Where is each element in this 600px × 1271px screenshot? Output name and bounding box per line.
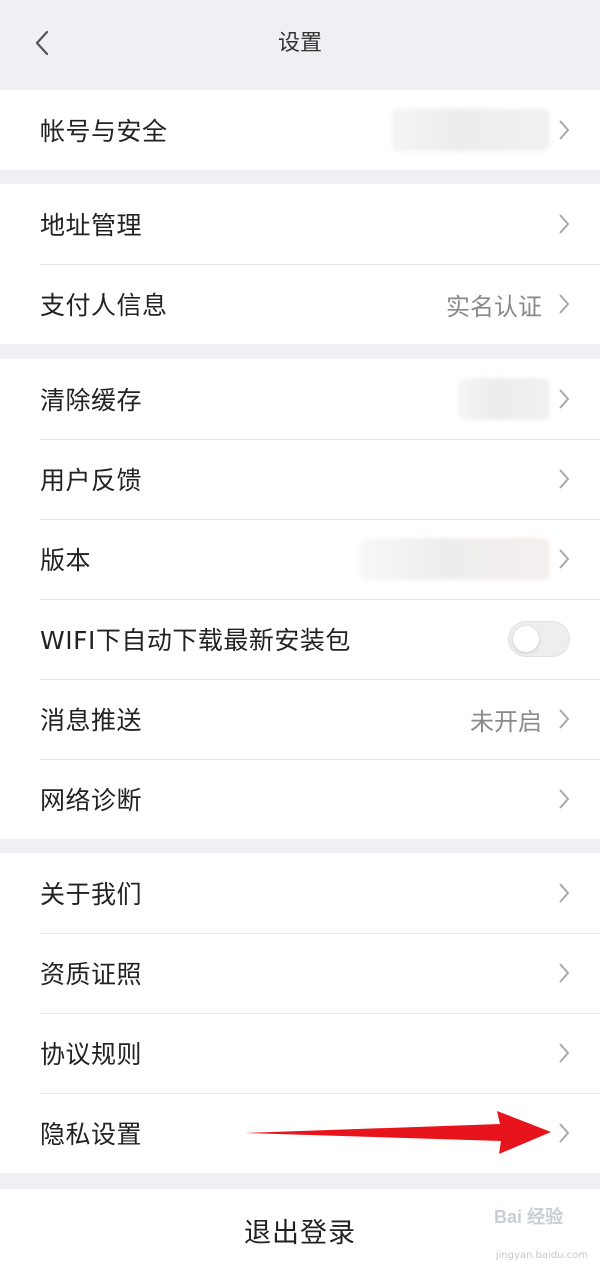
row-label: 消息推送: [40, 706, 143, 735]
blurred-value: [458, 378, 550, 420]
red-arrow-annotation: [245, 1111, 551, 1154]
chevron-right-icon: [559, 709, 570, 729]
settings-row-version[interactable]: 版本: [0, 519, 600, 599]
row-value: 实名认证: [446, 292, 542, 321]
toggle-knob: [513, 626, 539, 652]
settings-row-network-diagnosis[interactable]: 网络诊断: [0, 759, 600, 839]
settings-row-clear-cache[interactable]: 清除缓存: [0, 359, 600, 439]
row-label: 资质证照: [40, 960, 143, 989]
chevron-right-icon: [559, 389, 570, 409]
wifi-download-toggle[interactable]: [508, 621, 570, 657]
row-label: WIFI下自动下载最新安装包: [40, 626, 351, 655]
settings-row-payer-info[interactable]: 支付人信息 实名认证: [0, 264, 600, 344]
row-label: 用户反馈: [40, 466, 143, 495]
baidu-watermark: Bai 经验 jingyan.baidu.com: [478, 1203, 588, 1261]
watermark-brand: Bai 经验: [494, 1207, 564, 1227]
settings-group-address: 地址管理 支付人信息 实名认证: [0, 184, 600, 344]
settings-row-address[interactable]: 地址管理: [0, 184, 600, 264]
chevron-right-icon: [559, 883, 570, 903]
row-label: 帐号与安全: [40, 117, 168, 146]
chevron-right-icon: [559, 963, 570, 983]
row-label: 网络诊断: [40, 786, 143, 815]
blurred-value: [392, 109, 550, 151]
row-label: 清除缓存: [40, 386, 143, 415]
row-label: 版本: [40, 546, 92, 575]
row-value: 未开启: [470, 707, 542, 736]
chevron-right-icon: [559, 1123, 570, 1143]
settings-row-wifi-auto-download: WIFI下自动下载最新安装包: [0, 599, 600, 679]
nav-bar: 设置: [0, 0, 600, 82]
settings-row-about-us[interactable]: 关于我们: [0, 853, 600, 933]
settings-group-general: 清除缓存 用户反馈 版本 WIFI下自动下载最新安装包 消息推送 未开启 网络诊…: [0, 359, 600, 839]
chevron-right-icon: [559, 1043, 570, 1063]
chevron-right-icon: [559, 469, 570, 489]
row-label: 隐私设置: [40, 1120, 143, 1149]
settings-row-qualifications[interactable]: 资质证照: [0, 933, 600, 1013]
row-label: 支付人信息: [40, 291, 168, 320]
row-label: 协议规则: [40, 1040, 143, 1069]
settings-row-agreement-rules[interactable]: 协议规则: [0, 1013, 600, 1093]
settings-group-account: 帐号与安全: [0, 90, 600, 170]
chevron-right-icon: [559, 120, 570, 140]
logout-label: 退出登录: [244, 1217, 356, 1249]
row-label: 地址管理: [40, 211, 143, 240]
watermark-url: jingyan.baidu.com: [495, 1250, 588, 1261]
settings-row-feedback[interactable]: 用户反馈: [0, 439, 600, 519]
row-label: 关于我们: [40, 880, 143, 909]
settings-row-account-security[interactable]: 帐号与安全: [0, 90, 600, 170]
chevron-right-icon: [559, 789, 570, 809]
blurred-value: [360, 538, 550, 580]
settings-row-push-notification[interactable]: 消息推送 未开启: [0, 679, 600, 759]
chevron-right-icon: [559, 294, 570, 314]
page-title: 设置: [277, 31, 322, 56]
chevron-right-icon: [559, 549, 570, 569]
chevron-right-icon: [559, 214, 570, 234]
